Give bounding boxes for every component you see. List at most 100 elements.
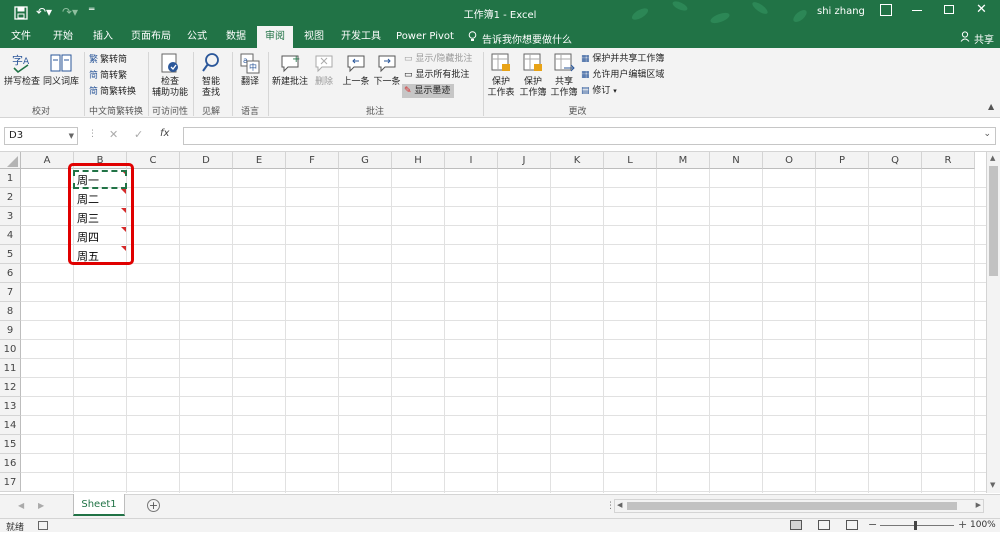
column-header-r[interactable]: R <box>922 152 975 169</box>
row-header-6[interactable]: 6 <box>0 264 21 283</box>
minimize-icon[interactable] <box>912 10 922 11</box>
prev-sheet-icon[interactable]: ◀ <box>18 501 24 510</box>
row-header-7[interactable]: 7 <box>0 283 21 302</box>
expand-formula-icon[interactable]: ⌄ <box>983 129 991 139</box>
s2t-button[interactable]: 简简转繁 <box>89 69 127 83</box>
row-header-4[interactable]: 4 <box>0 226 21 245</box>
ribbon-display-icon[interactable] <box>880 4 892 16</box>
new-comment-button[interactable]: + 新建批注 <box>270 52 310 88</box>
tab-home[interactable]: 开始 <box>46 26 80 48</box>
row-header-14[interactable]: 14 <box>0 416 21 435</box>
scroll-up-icon[interactable]: ▲ <box>990 154 995 162</box>
tab-data[interactable]: 数据 <box>220 26 252 48</box>
column-header-l[interactable]: L <box>604 152 657 169</box>
next-sheet-icon[interactable]: ▶ <box>38 501 44 510</box>
hscroll-thumb[interactable] <box>627 502 957 510</box>
column-header-o[interactable]: O <box>763 152 816 169</box>
worksheet-grid[interactable]: ABCDEFGHIJKLMNOPQR 1 2 3 4 5 6 7 8 9 10 11 12 13 14 15… <box>0 152 1000 493</box>
tab-review[interactable]: 审阅 <box>257 26 293 48</box>
tab-insert[interactable]: 插入 <box>86 26 120 48</box>
formula-input[interactable]: ⌄ <box>183 127 996 145</box>
show-ink-button[interactable]: ✎ 显示墨迹 <box>402 84 455 98</box>
quick-access-menu-icon[interactable]: ═ <box>89 5 94 15</box>
row-header-16[interactable]: 16 <box>0 454 21 473</box>
spell-check-button[interactable]: 字A 拼写检查 <box>3 52 41 88</box>
scroll-down-icon[interactable]: ▼ <box>990 481 995 489</box>
thesaurus-button[interactable]: 同义词库 <box>42 52 80 88</box>
save-icon[interactable] <box>14 6 28 20</box>
row-header-10[interactable]: 10 <box>0 340 21 359</box>
enter-icon[interactable]: ✓ <box>134 128 143 141</box>
zoom-level[interactable]: 100% <box>970 520 996 530</box>
row-header-5[interactable]: 5 <box>0 245 21 264</box>
row-header-9[interactable]: 9 <box>0 321 21 340</box>
row-header-1[interactable]: 1 <box>0 169 21 188</box>
tab-formulas[interactable]: 公式 <box>182 26 212 48</box>
t2s-button[interactable]: 繁繁转简 <box>89 53 127 67</box>
column-header-h[interactable]: H <box>392 152 445 169</box>
horizontal-scrollbar[interactable]: ◀ ▶ <box>614 499 984 513</box>
page-break-view-icon[interactable] <box>846 520 858 530</box>
row-header-15[interactable]: 15 <box>0 435 21 454</box>
column-header-a[interactable]: A <box>21 152 74 169</box>
row-header-2[interactable]: 2 <box>0 188 21 207</box>
share-workbook-button[interactable]: 共享 工作簿 <box>548 52 580 99</box>
tab-developer[interactable]: 开发工具 <box>336 26 386 48</box>
track-changes-button[interactable]: ▤ 修订 ▾ <box>581 84 617 98</box>
insert-function-icon[interactable]: fx <box>160 128 169 139</box>
protect-share-button[interactable]: ▦ 保护并共享工作簿 <box>581 52 664 66</box>
tab-file[interactable]: 文件 <box>4 26 38 48</box>
column-header-d[interactable]: D <box>180 152 233 169</box>
scroll-thumb[interactable] <box>989 166 998 276</box>
column-header-n[interactable]: N <box>710 152 763 169</box>
row-header-3[interactable]: 3 <box>0 207 21 226</box>
zoom-slider-thumb[interactable] <box>914 521 917 530</box>
column-header-k[interactable]: K <box>551 152 604 169</box>
select-all-corner[interactable] <box>0 152 21 169</box>
add-sheet-icon[interactable]: + <box>147 499 160 512</box>
scroll-right-icon[interactable]: ▶ <box>976 501 981 509</box>
translate-button[interactable]: a中 翻译 <box>235 52 265 88</box>
cancel-icon[interactable]: ✕ <box>109 128 118 141</box>
normal-view-icon[interactable] <box>790 520 802 530</box>
name-box[interactable]: D3 ▼ <box>4 127 78 145</box>
row-header-17[interactable]: 17 <box>0 473 21 492</box>
smart-lookup-button[interactable]: 智能 查找 <box>196 52 226 99</box>
column-header-e[interactable]: E <box>233 152 286 169</box>
sheet-tab-sheet1[interactable]: Sheet1 <box>73 494 125 516</box>
tab-power-pivot[interactable]: Power Pivot <box>394 26 456 48</box>
row-header-12[interactable]: 12 <box>0 378 21 397</box>
protect-workbook-button[interactable]: 保护 工作簿 <box>517 52 549 99</box>
undo-icon[interactable]: ↶▾ <box>36 5 52 19</box>
show-hide-comment-button[interactable]: ▭ 显示/隐藏批注 <box>404 52 472 66</box>
zoom-in-icon[interactable]: + <box>958 518 967 531</box>
close-icon[interactable]: ✕ <box>976 2 987 17</box>
tell-me-search[interactable]: 告诉我你想要做什么 <box>482 31 572 46</box>
tab-page-layout[interactable]: 页面布局 <box>126 26 176 48</box>
vertical-scrollbar[interactable]: ▲ ▼ <box>986 152 1000 493</box>
column-header-m[interactable]: M <box>657 152 710 169</box>
row-header-11[interactable]: 11 <box>0 359 21 378</box>
macro-record-icon[interactable] <box>38 521 48 530</box>
row-header-13[interactable]: 13 <box>0 397 21 416</box>
tab-view[interactable]: 视图 <box>298 26 330 48</box>
column-header-q[interactable]: Q <box>869 152 922 169</box>
next-comment-button[interactable]: 下一条 <box>371 52 403 88</box>
show-all-comments-button[interactable]: ▭ 显示所有批注 <box>404 68 469 82</box>
column-header-j[interactable]: J <box>498 152 551 169</box>
column-header-f[interactable]: F <box>286 152 339 169</box>
collapse-ribbon-icon[interactable]: ▲ <box>988 102 994 111</box>
allow-edit-ranges-button[interactable]: ▦ 允许用户编辑区域 <box>581 68 664 82</box>
row-header-8[interactable]: 8 <box>0 302 21 321</box>
restore-icon[interactable] <box>944 5 954 14</box>
page-layout-view-icon[interactable] <box>818 520 830 530</box>
convert-button[interactable]: 简简繁转换 <box>89 85 136 99</box>
zoom-out-icon[interactable]: − <box>868 518 877 531</box>
column-header-i[interactable]: I <box>445 152 498 169</box>
check-accessibility-button[interactable]: 检查 辅助功能 <box>150 52 190 99</box>
column-header-c[interactable]: C <box>127 152 180 169</box>
column-header-p[interactable]: P <box>816 152 869 169</box>
column-header-g[interactable]: G <box>339 152 392 169</box>
share-button[interactable]: 共享 <box>974 31 994 46</box>
delete-comment-button[interactable]: 删除 <box>312 52 336 88</box>
